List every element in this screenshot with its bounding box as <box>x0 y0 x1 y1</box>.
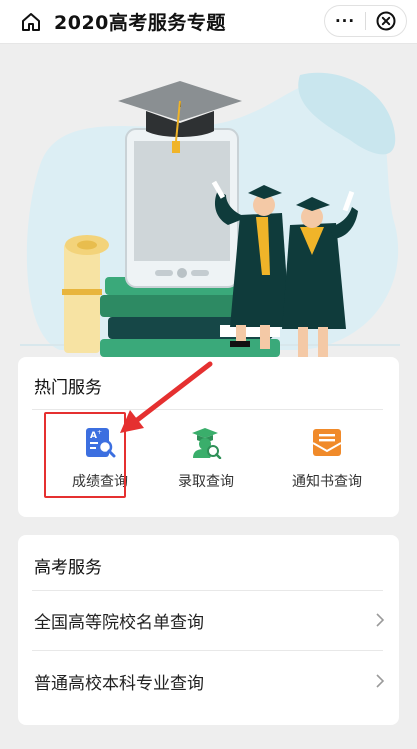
hot-services-divider <box>32 409 383 410</box>
chevron-right-icon <box>376 613 385 627</box>
gaokao-services-card: 高考服务 全国高等院校名单查询 普通高校本科专业查询 <box>18 535 399 725</box>
college-list-query-label: 全国高等院校名单查询 <box>34 612 204 633</box>
major-list-query-label: 普通高校本科专业查询 <box>34 673 204 694</box>
home-button[interactable] <box>16 7 46 37</box>
mini-program-capsule: ··· <box>324 5 407 37</box>
more-button[interactable]: ··· <box>325 6 365 36</box>
home-icon <box>22 12 40 31</box>
hot-services-title: 热门服务 <box>34 378 102 398</box>
more-icon: ··· <box>334 12 356 30</box>
gaokao-services-title: 高考服务 <box>34 558 102 578</box>
close-circle-icon <box>376 11 396 31</box>
page-title: 2020高考服务专题 <box>54 12 226 34</box>
score-query-highlight <box>44 412 126 498</box>
admission-query-button[interactable]: 录取查询 <box>151 425 261 491</box>
notice-query-button[interactable]: 通知书查询 <box>272 425 382 491</box>
major-list-query-row[interactable]: 普通高校本科专业查询 <box>18 651 399 711</box>
admission-search-icon <box>192 428 222 459</box>
graduation-banner <box>0 45 417 365</box>
admission-query-label: 录取查询 <box>178 474 234 490</box>
close-button[interactable] <box>366 6 406 36</box>
chevron-right-icon <box>376 674 385 688</box>
graduation-illustration <box>20 72 400 357</box>
notice-query-label: 通知书查询 <box>292 474 362 490</box>
envelope-icon <box>312 429 342 456</box>
top-bar: 2020高考服务专题 ··· <box>0 0 417 44</box>
college-list-query-row[interactable]: 全国高等院校名单查询 <box>18 590 399 650</box>
